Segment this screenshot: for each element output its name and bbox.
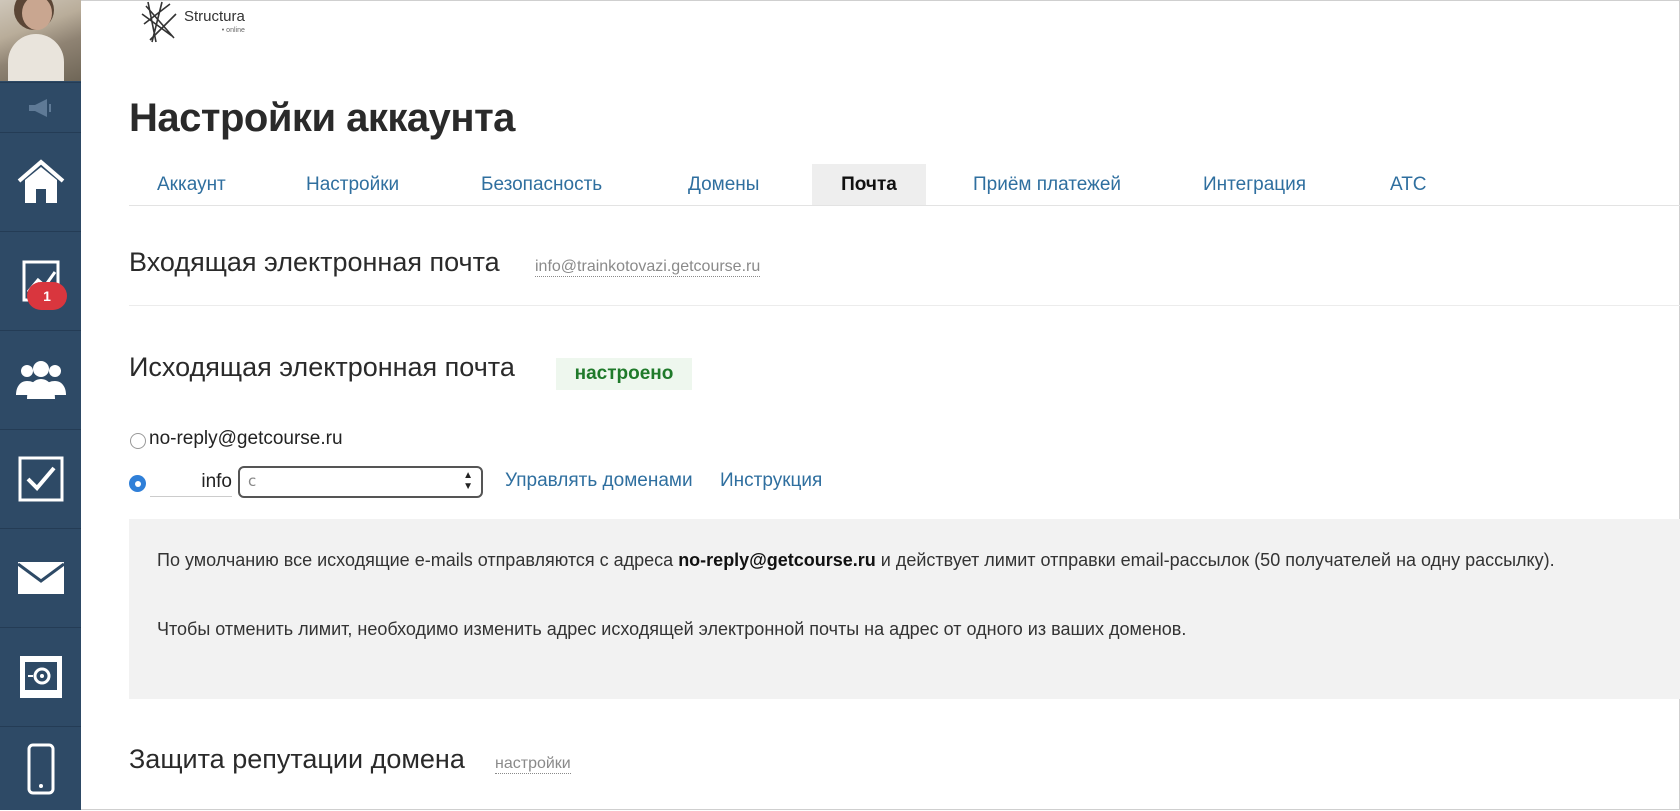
users-icon bbox=[15, 361, 66, 399]
radio-custom-sender[interactable] bbox=[129, 475, 146, 492]
mail-icon bbox=[16, 562, 65, 594]
avatar[interactable] bbox=[0, 0, 81, 81]
divider bbox=[129, 305, 1680, 306]
tab-payments[interactable]: Приём платежей bbox=[973, 164, 1121, 205]
tab-integration[interactable]: Интеграция bbox=[1203, 164, 1306, 205]
logo-sub: • online bbox=[221, 27, 245, 34]
info-paragraph-1: По умолчанию все исходящие e-mails отпра… bbox=[157, 550, 1555, 570]
mobile-icon bbox=[27, 743, 54, 795]
sender-prefix-input[interactable] bbox=[150, 468, 232, 497]
info-box: По умолчанию все исходящие e-mails отпра… bbox=[129, 519, 1680, 699]
sidebar-item-users[interactable] bbox=[0, 330, 81, 429]
sidebar-item-announcements[interactable] bbox=[0, 82, 81, 132]
status-badge: настроено bbox=[556, 358, 692, 390]
safe-icon bbox=[19, 656, 62, 698]
info-paragraph-2: Чтобы отменить лимит, необходимо изменит… bbox=[157, 619, 1187, 639]
radio-default-sender[interactable] bbox=[130, 433, 146, 449]
instruction-link[interactable]: Инструкция bbox=[720, 470, 822, 492]
tab-domains[interactable]: Домены bbox=[688, 164, 759, 205]
megaphone-icon bbox=[28, 98, 51, 117]
radio-default-sender-label[interactable]: no-reply@getcourse.ru bbox=[149, 428, 343, 450]
sidebar-item-tasks[interactable] bbox=[0, 429, 81, 528]
logo[interactable]: Structura • online bbox=[140, 0, 245, 46]
tab-pbx[interactable]: АТС bbox=[1390, 164, 1427, 205]
tab-security[interactable]: Безопасность bbox=[481, 164, 602, 205]
sidebar-item-stats[interactable] bbox=[0, 231, 81, 330]
outgoing-mail-title: Исходящая электронная почта bbox=[129, 352, 515, 382]
reputation-title: Защита репутации домена bbox=[129, 744, 465, 774]
tab-mail[interactable]: Почта bbox=[812, 164, 926, 205]
tab-account[interactable]: Аккаунт bbox=[157, 164, 226, 205]
logo-name: Structura bbox=[184, 8, 245, 25]
incoming-mail-title: Входящая электронная почта bbox=[129, 247, 500, 277]
manage-domains-link[interactable]: Управлять доменами bbox=[505, 470, 693, 492]
tab-settings[interactable]: Настройки bbox=[306, 164, 399, 205]
select-arrows-icon: ▲ ▼ bbox=[463, 470, 473, 492]
logo-mark-icon bbox=[141, 1, 177, 43]
sidebar: 1 bbox=[0, 0, 81, 810]
page-title: Настройки аккаунта bbox=[129, 96, 515, 140]
incoming-mail-address[interactable]: info@trainkotovazi.getcourse.ru bbox=[535, 258, 761, 277]
sidebar-item-mail[interactable] bbox=[0, 528, 81, 627]
sidebar-item-home[interactable] bbox=[0, 132, 81, 231]
sidebar-item-safe[interactable] bbox=[0, 627, 81, 726]
sidebar-item-mobile[interactable] bbox=[0, 726, 81, 811]
domain-select-value: ⅽ bbox=[248, 473, 257, 490]
reputation-settings-link[interactable]: настройки bbox=[495, 755, 571, 774]
home-icon bbox=[17, 159, 64, 203]
notification-badge: 1 bbox=[27, 282, 67, 310]
tab-bar: Аккаунт Настройки Безопасность Домены По… bbox=[129, 164, 1680, 206]
tasks-icon bbox=[18, 456, 63, 502]
domain-select[interactable]: ⅽ ▲ ▼ bbox=[238, 466, 483, 498]
